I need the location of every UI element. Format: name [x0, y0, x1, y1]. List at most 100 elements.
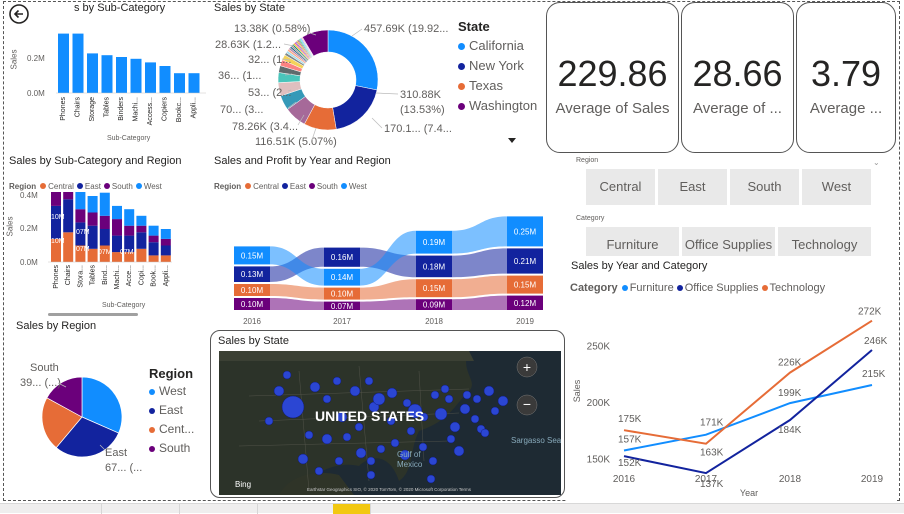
legend-dot	[458, 103, 465, 110]
legend-dot	[149, 427, 155, 433]
data-label: 53... (2...	[248, 87, 291, 99]
state-bubble	[372, 392, 386, 406]
bar	[159, 66, 171, 93]
legend-item[interactable]: West	[340, 182, 367, 191]
legend-item[interactable]: New York	[458, 58, 537, 73]
legend-item[interactable]: Office Supplies	[676, 282, 759, 294]
legend-label: Category	[570, 282, 618, 294]
legend: Category Furniture Office Supplies Technolo…	[570, 282, 828, 294]
legend-item[interactable]: South	[103, 182, 133, 191]
line-chart: 250K200K150KSales157K171K199K215K152K137…	[572, 307, 888, 498]
donut-slice	[332, 85, 378, 130]
data-label: 0.15M	[241, 251, 264, 260]
legend-item[interactable]: California	[458, 38, 537, 53]
horizontal-scrollbar[interactable]	[48, 313, 138, 316]
slicer-region[interactable]: Region ⌄ Central East South West	[568, 152, 886, 210]
x-tick-label: Chairs	[75, 97, 82, 118]
visual-title: Sales by Sub-Category and Region	[9, 155, 182, 167]
legend-item[interactable]: East	[281, 182, 306, 191]
slicer-option[interactable]: Central	[585, 168, 656, 206]
x-tick-label: Phones	[60, 97, 67, 121]
data-label: 0.18M	[423, 262, 446, 271]
visual-sales-by-state-map[interactable]: Sales by State UNITED STATES Gulf of Mexic…	[210, 330, 565, 498]
legend-dot	[308, 183, 315, 189]
bar-segment	[160, 245, 171, 256]
data-label: 0.16M	[331, 253, 354, 262]
map[interactable]: UNITED STATES Gulf ofMexico Sargasso Sea Bi…	[219, 351, 561, 495]
state-bubble	[402, 398, 412, 408]
bar-segment	[136, 225, 147, 233]
data-label: 28.63K (1.2...	[215, 39, 281, 51]
data-label: 226K	[778, 358, 802, 369]
slicer-option[interactable]: West	[801, 168, 872, 206]
legend-item[interactable]: West	[149, 384, 194, 398]
leader-line	[375, 92, 399, 95]
chevron-down-icon[interactable]: ⌄	[873, 158, 880, 167]
x-tick-label: Access...	[147, 97, 154, 125]
legend-item[interactable]: Technology	[761, 282, 825, 294]
legend-title: State	[458, 19, 490, 34]
x-tick-label: 2017	[333, 317, 351, 326]
legend-item[interactable]: Central	[40, 182, 74, 191]
state-bubble	[453, 445, 465, 457]
state-bubble	[366, 456, 376, 466]
data-label: 246K	[864, 336, 888, 347]
state-bubble	[390, 438, 400, 448]
data-label: 272K	[858, 307, 882, 318]
legend-item[interactable]: Washington	[458, 98, 537, 113]
legend-dot	[103, 183, 110, 189]
bar-segment	[99, 215, 110, 229]
y-tick: 0.2M	[27, 54, 45, 63]
legend-dot	[135, 183, 142, 189]
slicer-option[interactable]: East	[657, 168, 728, 206]
legend-item[interactable]: South	[308, 182, 338, 191]
visual-sales-profit-ribbon[interactable]: Sales and Profit by Year and Region Regi…	[212, 152, 552, 327]
legend-item[interactable]: Central	[245, 182, 279, 191]
legend-item[interactable]: Texas	[458, 78, 537, 93]
visual-sales-by-region[interactable]: Sales by Region South 39... (...) East 67..…	[10, 317, 208, 499]
state-bubble	[430, 390, 440, 400]
x-tick-label: Acce...	[126, 265, 133, 286]
bar-segment	[112, 205, 122, 220]
report-canvas: s by Sub-Category Sales 0.2M 0.0M Phones…	[0, 0, 904, 514]
card-average-3[interactable]: 3.79 Average ...	[796, 2, 896, 153]
legend-item[interactable]: South	[149, 441, 194, 455]
state-bubble	[281, 395, 305, 419]
legend-item[interactable]: Cent...	[149, 422, 194, 436]
slicer-option[interactable]: South	[729, 168, 800, 206]
legend-item[interactable]: East	[149, 403, 194, 417]
visual-sales-by-subcategory[interactable]: s by Sub-Category Sales 0.2M 0.0M Phones…	[10, 0, 210, 150]
x-tick-label: Tables	[90, 265, 97, 286]
legend-dot	[281, 183, 288, 189]
bar-segment	[51, 205, 61, 239]
x-tick-label: Copi...	[138, 265, 145, 285]
legend-item[interactable]: West	[135, 182, 162, 191]
card-average-sales[interactable]: 229.86 Average of Sales	[546, 2, 679, 153]
y-tick: 0.4M	[20, 191, 38, 200]
bar-segment	[63, 192, 74, 200]
visual-sales-by-state-donut[interactable]: Sales by State 13.38K (0.58%) 28.63K (1.2…	[212, 0, 545, 152]
state-bubble	[354, 422, 364, 432]
legend-dot	[149, 408, 155, 414]
visual-sales-by-year-category[interactable]: Sales by Year and Category Category Furni…	[566, 256, 896, 501]
data-label: 0.15M	[514, 281, 537, 290]
data-label: 0.21M	[514, 257, 537, 266]
legend-label: Region	[9, 182, 37, 191]
data-label: 170.1... (7.4...	[384, 123, 452, 135]
card-average-2[interactable]: 28.66 Average of ...	[681, 2, 794, 153]
state-bubble	[342, 432, 352, 442]
data-label: South	[30, 362, 59, 374]
legend-item[interactable]: Furniture	[621, 282, 674, 294]
ribbon	[452, 295, 507, 310]
chevron-down-icon[interactable]	[508, 138, 516, 143]
card-label: Average of Sales	[555, 100, 670, 117]
visual-title: Sales and Profit by Year and Region	[214, 155, 391, 167]
bar-segment	[124, 209, 135, 226]
bar-segment	[136, 248, 147, 262]
x-axis-label: Year	[740, 488, 758, 498]
sea-label: Sargasso Sea	[511, 436, 561, 445]
legend-item[interactable]: East	[76, 182, 101, 191]
gulf-label: Mexico	[397, 460, 423, 469]
visual-sales-by-subcategory-region[interactable]: Sales by Sub-Category and Region Region C…	[6, 152, 210, 317]
map-attribution: Earthstar Geographics SIO, © 2020 TomTom…	[307, 486, 472, 492]
